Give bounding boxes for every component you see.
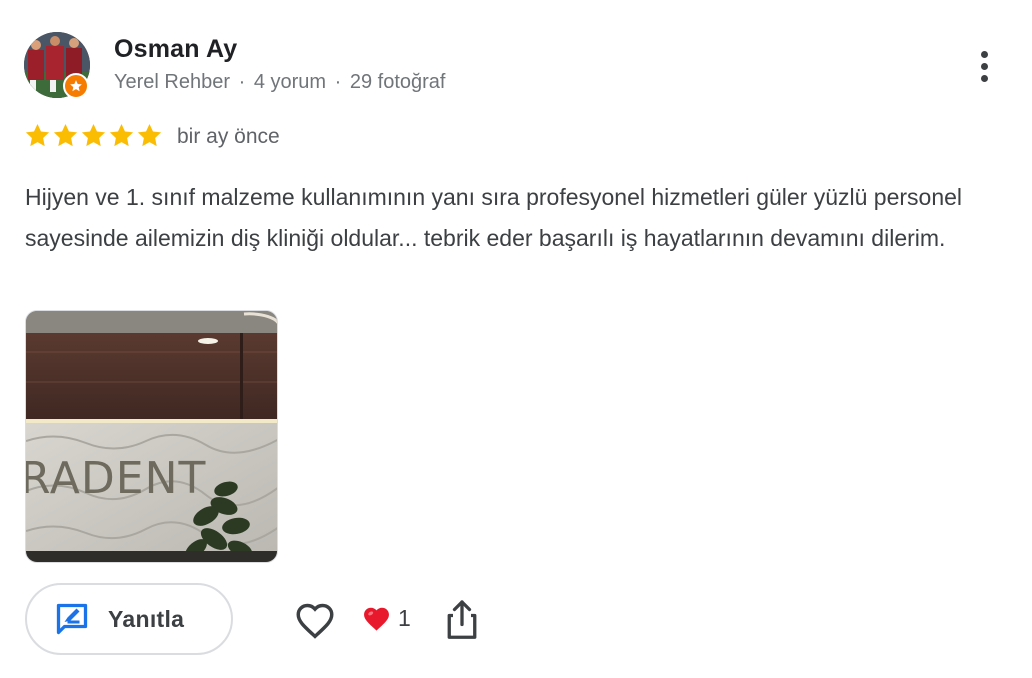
- like-button[interactable]: [294, 601, 336, 639]
- reply-edit-icon: [56, 603, 88, 635]
- local-guide-badge-icon: [63, 73, 89, 99]
- reviewer-name[interactable]: Osman Ay: [114, 35, 237, 64]
- star-icon: [81, 124, 106, 147]
- review-photo[interactable]: RADENT: [25, 310, 278, 563]
- more-vertical-dot: [980, 62, 988, 70]
- photos-count: 29 fotoğraf: [349, 71, 446, 93]
- star-icon: [53, 124, 78, 147]
- red-heart-icon: [362, 605, 391, 632]
- share-icon: [447, 600, 477, 639]
- reviews-count: 4 yorum: [253, 71, 327, 93]
- more-vertical-dot: [980, 74, 988, 82]
- local-guide-label: Yerel Rehber: [114, 71, 231, 93]
- star-icon: [109, 124, 134, 147]
- star-icon: [137, 124, 162, 147]
- meta-separator: ·: [334, 71, 342, 93]
- more-options-button[interactable]: [968, 44, 1000, 88]
- star-rating: [24, 122, 163, 149]
- review-card: Osman Ay Yerel Rehber · 4 yorum · 29 fot…: [0, 0, 1032, 678]
- share-button[interactable]: [444, 599, 480, 641]
- reaction-count: 1: [398, 605, 411, 631]
- review-date: bir ay önce: [177, 125, 280, 148]
- more-vertical-icon: [980, 50, 988, 58]
- reply-button-label: Yanıtla: [108, 605, 185, 632]
- star-icon: [25, 124, 50, 147]
- review-text: Hijyen ve 1. sınıf malzeme kullanımının …: [25, 184, 963, 251]
- photo-sign-text: RADENT: [26, 453, 206, 504]
- reply-button[interactable]: Yanıtla: [25, 583, 233, 655]
- heart-outline-icon: [296, 603, 334, 639]
- reviewer-meta: Yerel Rehber · 4 yorum · 29 fotoğraf: [114, 71, 445, 94]
- meta-separator: ·: [238, 71, 246, 93]
